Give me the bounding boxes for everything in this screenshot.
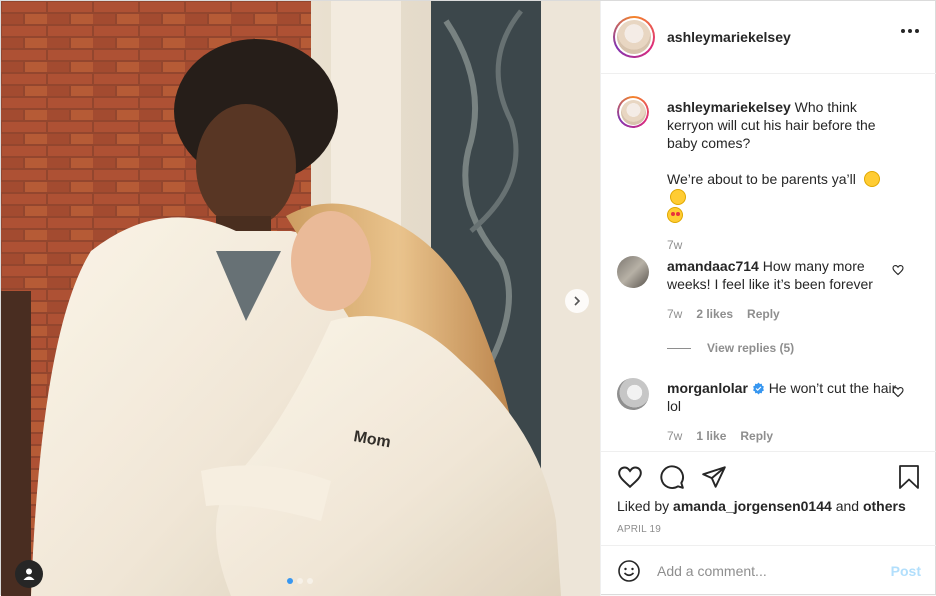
comment-reply-button[interactable]: Reply [740, 429, 773, 443]
chevron-right-icon [574, 296, 581, 306]
liked-by-user-link[interactable]: amanda_jorgensen0144 [673, 498, 832, 514]
caption-meta: 7w [667, 238, 682, 252]
comment-meta: 7w 2 likes Reply [667, 307, 780, 321]
liked-by-text: Liked by amanda_jorgensen0144 and others [617, 498, 906, 514]
carousel-dot [297, 578, 303, 584]
post-dialog: Mom ashleymariekelsey ashleymariekelsey … [0, 0, 936, 596]
comment-timestamp[interactable]: 7w [667, 429, 682, 443]
liked-by-prefix: Liked by [617, 498, 670, 514]
post-actions: Liked by amanda_jorgensen0144 and others… [601, 451, 936, 545]
caption-line-2: We’re about to be parents ya’ll [667, 171, 856, 187]
comment-bubble-icon[interactable] [659, 464, 685, 490]
comment-avatar[interactable] [617, 378, 649, 410]
comment-username[interactable]: amandaac714 [667, 258, 759, 274]
person-icon [23, 568, 35, 580]
avatar-border [615, 18, 653, 56]
verified-badge-icon [752, 382, 764, 395]
comment-avatar[interactable] [617, 256, 649, 288]
author-avatar[interactable] [613, 16, 655, 58]
emoji-picker-icon[interactable] [617, 559, 641, 583]
emoji-heart-eyes-icon [667, 207, 683, 223]
comment-likes-count[interactable]: 1 like [696, 429, 726, 443]
view-replies-line [667, 347, 691, 349]
save-bookmark-icon[interactable] [897, 464, 921, 490]
author-avatar-image [617, 20, 651, 54]
couple-photo: Mom [1, 1, 600, 596]
like-heart-icon[interactable] [617, 464, 643, 490]
post-side-panel: ashleymariekelsey ashleymariekelsey Who … [600, 1, 936, 596]
post-photo[interactable]: Mom [1, 1, 600, 596]
caption-avatar[interactable] [617, 96, 649, 128]
carousel-dot [307, 578, 313, 584]
caption-username[interactable]: ashleymariekelsey [667, 99, 791, 115]
comment-reply-button[interactable]: Reply [747, 307, 780, 321]
comment-like-heart-icon[interactable] [892, 264, 904, 276]
add-comment-input[interactable]: Add a comment... [657, 563, 877, 579]
comment-likes-count[interactable]: 2 likes [696, 307, 733, 321]
post-date[interactable]: APRIL 19 [617, 524, 661, 535]
add-comment-bar: Add a comment... Post [601, 545, 936, 596]
carousel-dot [287, 578, 293, 584]
comment-username[interactable]: morganlolar [667, 380, 748, 396]
comment-text: morganlolar He won’t cut the hair lol [667, 379, 901, 415]
post-comment-button[interactable]: Post [891, 563, 921, 579]
view-replies-label: View replies (5) [707, 341, 795, 355]
share-paper-plane-icon[interactable] [701, 464, 727, 490]
user-tags-button[interactable] [15, 560, 43, 588]
post-header: ashleymariekelsey [601, 1, 936, 74]
comment-meta: 7w 1 like Reply [667, 429, 773, 443]
comment-like-heart-icon[interactable] [892, 386, 904, 398]
view-replies-button[interactable]: View replies (5) [667, 341, 794, 355]
emoji-hugging-icon [863, 171, 880, 187]
carousel-next-button[interactable] [565, 289, 589, 313]
liked-by-and: and [835, 498, 860, 514]
carousel-indicator [287, 578, 313, 584]
comment-text: amandaac714 How many more weeks! I feel … [667, 257, 901, 293]
comment-timestamp[interactable]: 7w [667, 307, 682, 321]
caption-text: ashleymariekelsey Who think kerryon will… [667, 98, 901, 224]
caption-timestamp[interactable]: 7w [667, 238, 682, 252]
emoji-pleading-icon [670, 189, 686, 205]
author-username[interactable]: ashleymariekelsey [667, 29, 791, 45]
comments-list[interactable]: ashleymariekelsey Who think kerryon will… [601, 74, 936, 451]
liked-by-others-link[interactable]: others [863, 498, 906, 514]
more-options-icon[interactable] [901, 29, 919, 33]
action-icons [617, 464, 727, 490]
